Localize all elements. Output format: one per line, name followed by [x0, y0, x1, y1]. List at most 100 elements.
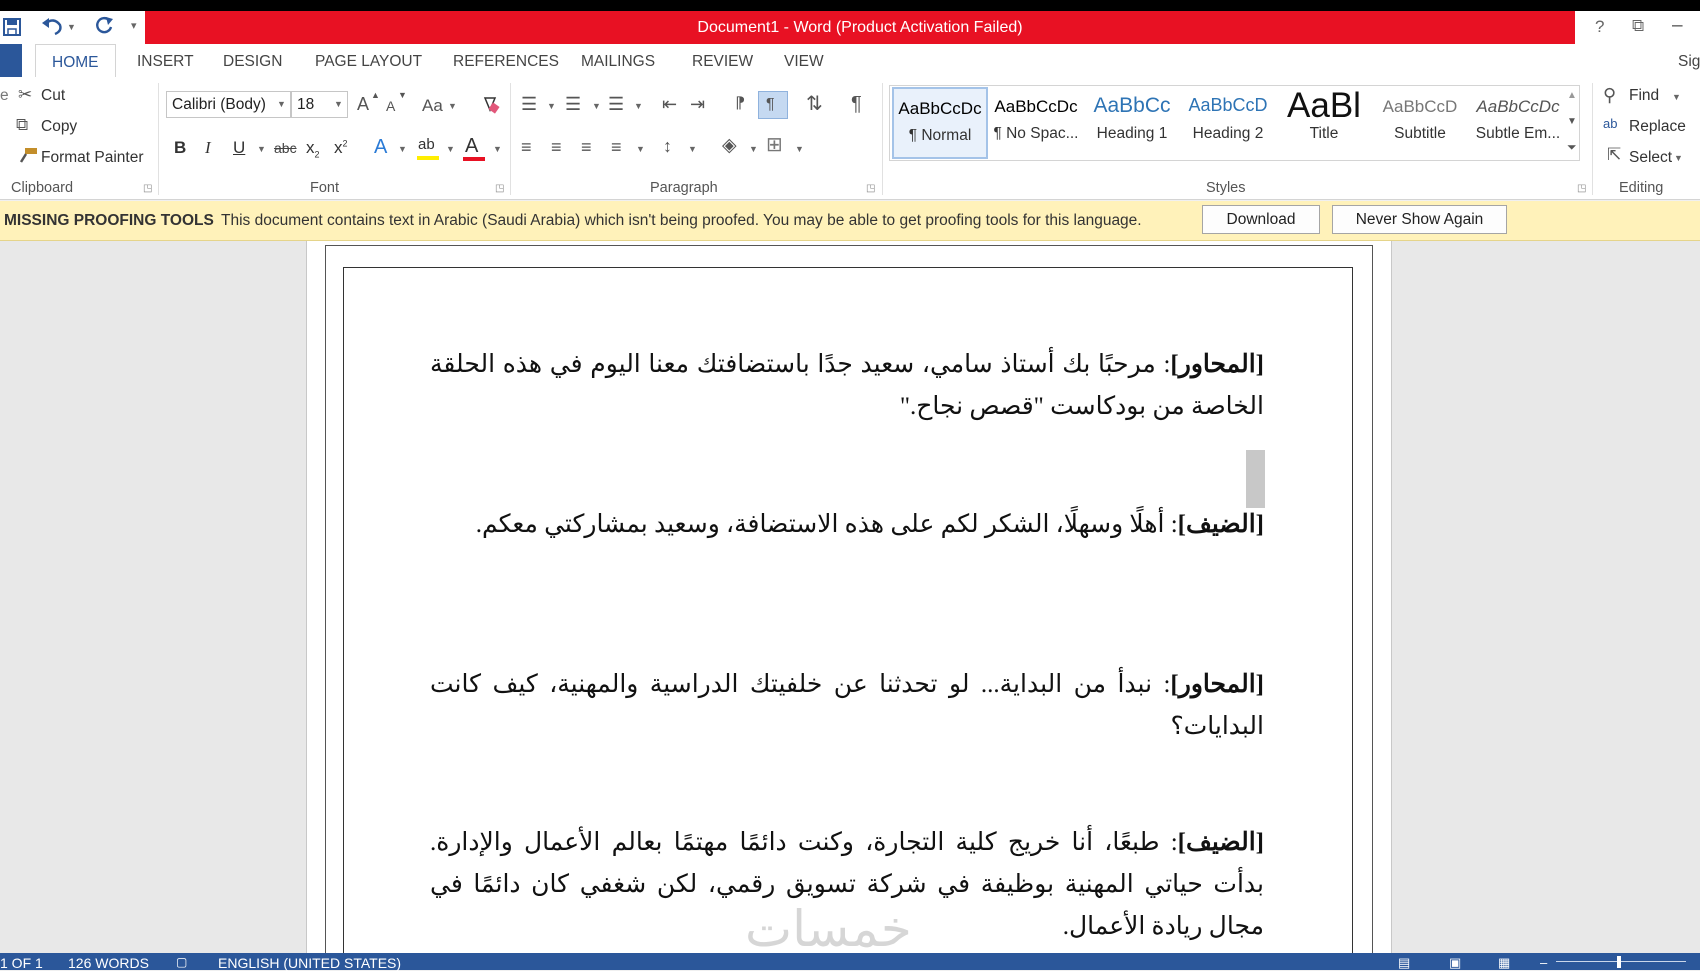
line-spacing-dropdown-icon[interactable]: ▼ [688, 145, 697, 154]
bold-button[interactable]: B [174, 139, 186, 156]
highlight-icon[interactable]: ab [418, 137, 435, 152]
tab-insert[interactable]: INSERT [137, 53, 194, 71]
tab-review[interactable]: REVIEW [692, 53, 753, 71]
borders-dropdown-icon[interactable]: ▼ [795, 145, 804, 154]
superscript-button[interactable]: x2 [334, 139, 348, 156]
copy-button[interactable]: Copy [41, 118, 77, 136]
dialogue-paragraph[interactable]: [المحاور]: مرحبًا بك أستاذ سامي، سعيد جد… [430, 344, 1264, 428]
decrease-indent-icon[interactable]: ⇤ [662, 95, 677, 113]
print-layout-icon[interactable]: ▣ [1449, 955, 1461, 971]
increase-indent-icon[interactable]: ⇥ [690, 95, 705, 113]
redo-icon[interactable] [93, 15, 115, 37]
select-dropdown-icon[interactable]: ▼ [1674, 154, 1683, 163]
change-case-dropdown-icon[interactable]: ▼ [448, 102, 457, 111]
sign-in-link[interactable]: Sig [1678, 53, 1700, 71]
bullets-dropdown-icon[interactable]: ▼ [547, 102, 556, 111]
font-color-dropdown-icon[interactable]: ▼ [493, 145, 502, 154]
paste-partial-label[interactable]: e [0, 87, 9, 105]
multilevel-dropdown-icon[interactable]: ▼ [634, 102, 643, 111]
change-case-icon[interactable]: Aa [422, 97, 443, 114]
style-heading-2[interactable]: AaBbCcD Heading 2 [1180, 87, 1276, 159]
dialogue-paragraph[interactable]: [المحاور]: نبدأ من البداية... لو تحدثنا … [430, 664, 1264, 748]
read-mode-icon[interactable]: ▤ [1398, 955, 1410, 971]
select-button[interactable]: Select [1629, 149, 1672, 167]
style-heading-1[interactable]: AaBbCc Heading 1 [1084, 87, 1180, 159]
grow-font-icon[interactable]: A [357, 95, 369, 113]
rtl-direction-button[interactable]: ¶ [758, 91, 788, 119]
file-tab[interactable] [0, 44, 22, 77]
font-size-dropdown-icon[interactable]: ▼ [334, 100, 343, 109]
customize-qat-icon[interactable]: ▾ [131, 21, 137, 32]
sort-icon[interactable]: ⇅ [806, 94, 823, 114]
font-family-dropdown-icon[interactable]: ▼ [277, 100, 286, 109]
ribbon-display-icon[interactable]: ⧉ [1632, 17, 1644, 34]
borders-icon[interactable]: ⊞ [766, 135, 783, 155]
styles-more-icon[interactable]: ⏷ [1567, 141, 1577, 153]
align-center-icon[interactable]: ≡ [551, 138, 562, 156]
shading-dropdown-icon[interactable]: ▼ [749, 145, 758, 154]
numbering-icon[interactable]: ☰ [565, 95, 581, 113]
underline-button[interactable]: U [233, 139, 245, 156]
justify-icon[interactable]: ≡ [611, 138, 622, 156]
show-hide-marks-icon[interactable]: ¶ [851, 94, 862, 114]
clear-formatting-icon[interactable] [480, 94, 500, 116]
text-effects-dropdown-icon[interactable]: ▼ [398, 145, 407, 154]
undo-dropdown-icon[interactable]: ▼ [67, 23, 76, 32]
help-icon[interactable]: ? [1595, 18, 1604, 35]
paragraph-launcher-icon[interactable]: ◳ [866, 184, 875, 194]
word-count[interactable]: 126 WORDS [68, 955, 149, 971]
shrink-font-icon[interactable]: A [386, 99, 395, 113]
zoom-slider-thumb[interactable] [1617, 956, 1621, 968]
bullets-icon[interactable]: ☰ [521, 95, 537, 113]
numbering-dropdown-icon[interactable]: ▼ [592, 102, 601, 111]
style-title[interactable]: AaBl Title [1276, 87, 1372, 159]
shading-icon[interactable]: ◈ [722, 136, 737, 155]
dialogue-paragraph[interactable]: [الضيف]: أهلًا وسهلًا، الشكر لكم على هذه… [430, 504, 1264, 546]
style-no-spacing[interactable]: AaBbCcDc ¶ No Spac... [988, 87, 1084, 159]
italic-button[interactable]: I [205, 139, 211, 156]
style-normal[interactable]: AaBbCcDc ¶ Normal [892, 87, 988, 159]
styles-launcher-icon[interactable]: ◳ [1577, 184, 1586, 194]
strikethrough-button[interactable]: abc [274, 141, 297, 155]
zoom-out-icon[interactable]: – [1540, 955, 1547, 970]
tab-view[interactable]: VIEW [784, 53, 824, 71]
tab-home[interactable]: HOME [35, 44, 116, 78]
minimize-icon[interactable]: – [1672, 16, 1683, 35]
styles-scroll-up-icon[interactable]: ▲ [1567, 91, 1577, 101]
font-launcher-icon[interactable]: ◳ [495, 184, 504, 194]
ltr-direction-icon[interactable]: ⁋ [735, 96, 745, 112]
tab-page-layout[interactable]: PAGE LAYOUT [315, 53, 422, 71]
tab-references[interactable]: REFERENCES [453, 53, 559, 71]
style-subtle-emphasis[interactable]: AaBbCcDc Subtle Em... [1468, 87, 1568, 159]
subscript-button[interactable]: x2 [306, 139, 320, 159]
styles-scroll-down-icon[interactable]: ▼ [1567, 117, 1577, 127]
undo-icon[interactable] [40, 15, 64, 37]
cut-button[interactable]: Cut [41, 87, 65, 105]
line-spacing-icon[interactable]: ↕ [663, 137, 672, 155]
font-color-icon[interactable]: A [465, 136, 478, 156]
web-layout-icon[interactable]: ▦ [1498, 955, 1510, 971]
underline-dropdown-icon[interactable]: ▼ [257, 145, 266, 154]
clipboard-launcher-icon[interactable]: ◳ [143, 184, 152, 194]
replace-button[interactable]: Replace [1629, 118, 1686, 136]
format-painter-button[interactable]: Format Painter [41, 149, 144, 167]
proofing-status-icon[interactable]: ▢ [176, 955, 187, 969]
page-count[interactable]: 1 OF 1 [0, 955, 43, 971]
align-left-icon[interactable]: ≡ [521, 138, 532, 156]
never-show-again-button[interactable]: Never Show Again [1332, 205, 1507, 234]
justify-dropdown-icon[interactable]: ▼ [636, 145, 645, 154]
language-indicator[interactable]: ENGLISH (UNITED STATES) [218, 955, 401, 971]
tab-mailings[interactable]: MAILINGS [581, 53, 655, 71]
find-dropdown-icon[interactable]: ▼ [1672, 93, 1681, 102]
font-family-combo[interactable]: Calibri (Body) [166, 91, 291, 118]
save-icon[interactable] [2, 17, 22, 37]
tab-design[interactable]: DESIGN [223, 53, 282, 71]
find-button[interactable]: Find [1629, 87, 1659, 105]
multilevel-list-icon[interactable]: ☰ [608, 95, 624, 113]
download-button[interactable]: Download [1202, 205, 1320, 234]
text-effects-icon[interactable]: A [374, 137, 387, 157]
zoom-slider-track[interactable] [1556, 961, 1686, 962]
style-subtitle[interactable]: AaBbCcD Subtitle [1372, 87, 1468, 159]
align-right-icon[interactable]: ≡ [581, 138, 592, 156]
highlight-dropdown-icon[interactable]: ▼ [446, 145, 455, 154]
